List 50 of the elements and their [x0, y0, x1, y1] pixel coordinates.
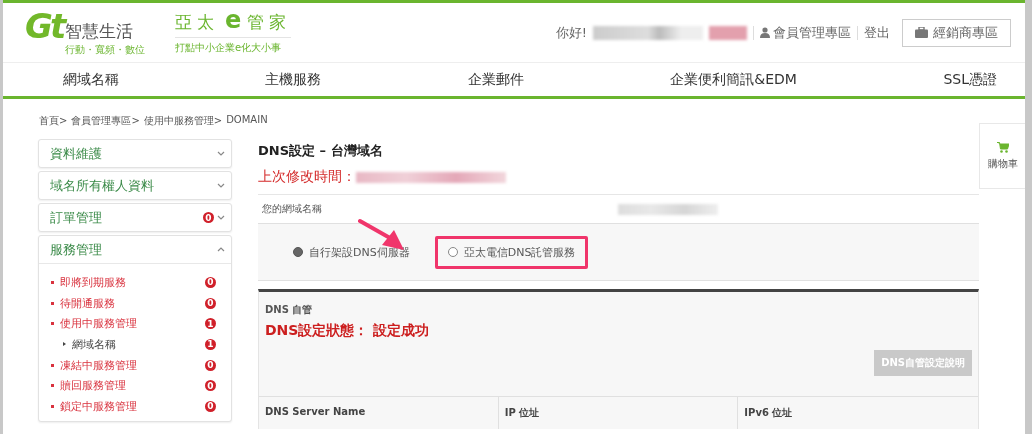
breadcrumb-link[interactable]: 使用中服務管理>	[143, 114, 223, 127]
status-message: DNS設定狀態： 設定成功	[264, 321, 431, 340]
page-title: DNS設定 – 台灣域名	[258, 142, 384, 160]
redaction-blur	[709, 25, 747, 40]
breadcrumb-link[interactable]: 首頁>	[39, 114, 68, 127]
brand-title: 亞太 e 管家	[175, 10, 292, 38]
sidebar-item[interactable]: 資料維護	[39, 140, 231, 167]
domain-label: 您的網域名稱	[262, 202, 322, 216]
submenu-item[interactable]: 使用中服務管理 1	[39, 313, 231, 335]
chevron-down-icon	[217, 151, 225, 156]
cart-button[interactable]: 購物車	[979, 123, 1025, 189]
radio-button[interactable]	[447, 247, 458, 257]
nav-link[interactable]: SSL憑證	[943, 70, 997, 89]
breadcrumb-link[interactable]: 會員管理專區>	[71, 114, 140, 127]
panel-heading: DNS 自管	[264, 303, 314, 317]
sidebar-item[interactable]: 訂單管理 0	[39, 204, 231, 231]
chevron-down-icon	[217, 183, 225, 188]
brand-tagline: 打點中小企業e化大小事	[175, 41, 283, 55]
chevron-down-icon	[217, 215, 225, 220]
nav-link[interactable]: 企業便利簡訊&EDM	[670, 70, 797, 89]
logo-mark: Gt	[25, 8, 64, 43]
dns-option-radio[interactable]: 自行架設DNS伺服器	[280, 235, 423, 269]
nav-link[interactable]: 主機服務	[265, 70, 322, 89]
sidebar-item[interactable]: 服務管理	[39, 236, 231, 263]
submenu-item[interactable]: 贖回服務管理 0	[39, 375, 231, 397]
submenu-item[interactable]: 網域名稱 1	[39, 334, 231, 355]
greeting-text: 你好!	[555, 23, 587, 42]
column-header: IPv6 位址	[743, 406, 794, 420]
column-header: IP 位址	[498, 397, 739, 429]
dealer-area-button[interactable]: 經銷商專區	[902, 18, 1011, 47]
sidebar-item[interactable]: 域名所有權人資料	[39, 172, 231, 199]
nav-link[interactable]: 企業郵件	[467, 70, 524, 89]
logo-slogan: 行動・寬頻・數位	[65, 42, 146, 57]
submenu-item[interactable]: 待開通服務 0	[39, 292, 231, 314]
logout-link[interactable]: 登出	[864, 23, 890, 42]
submenu-item[interactable]: 凍結中服務管理 0	[39, 354, 231, 376]
submenu-item[interactable]: 即將到期服務 0	[39, 272, 231, 293]
column-header: DNS Server Name	[259, 397, 499, 429]
breadcrumb-link[interactable]: DOMAIN	[226, 114, 268, 127]
dns-option-radio[interactable]: 亞太電信DNS託管服務	[434, 235, 589, 269]
cart-icon	[996, 141, 1009, 153]
logo-name: 智慧生活	[65, 20, 134, 43]
briefcase-icon	[915, 27, 928, 38]
submenu-item[interactable]: 鎖定中服務管理 0	[39, 396, 231, 417]
user-icon	[760, 27, 770, 38]
radio-button[interactable]	[293, 247, 303, 257]
last-modified-label: 上次修改時間：	[258, 168, 356, 186]
chevron-up-icon	[217, 247, 225, 252]
member-area-link[interactable]: 會員管理專區	[760, 23, 851, 42]
nav-link[interactable]: 網域名稱	[63, 70, 119, 89]
